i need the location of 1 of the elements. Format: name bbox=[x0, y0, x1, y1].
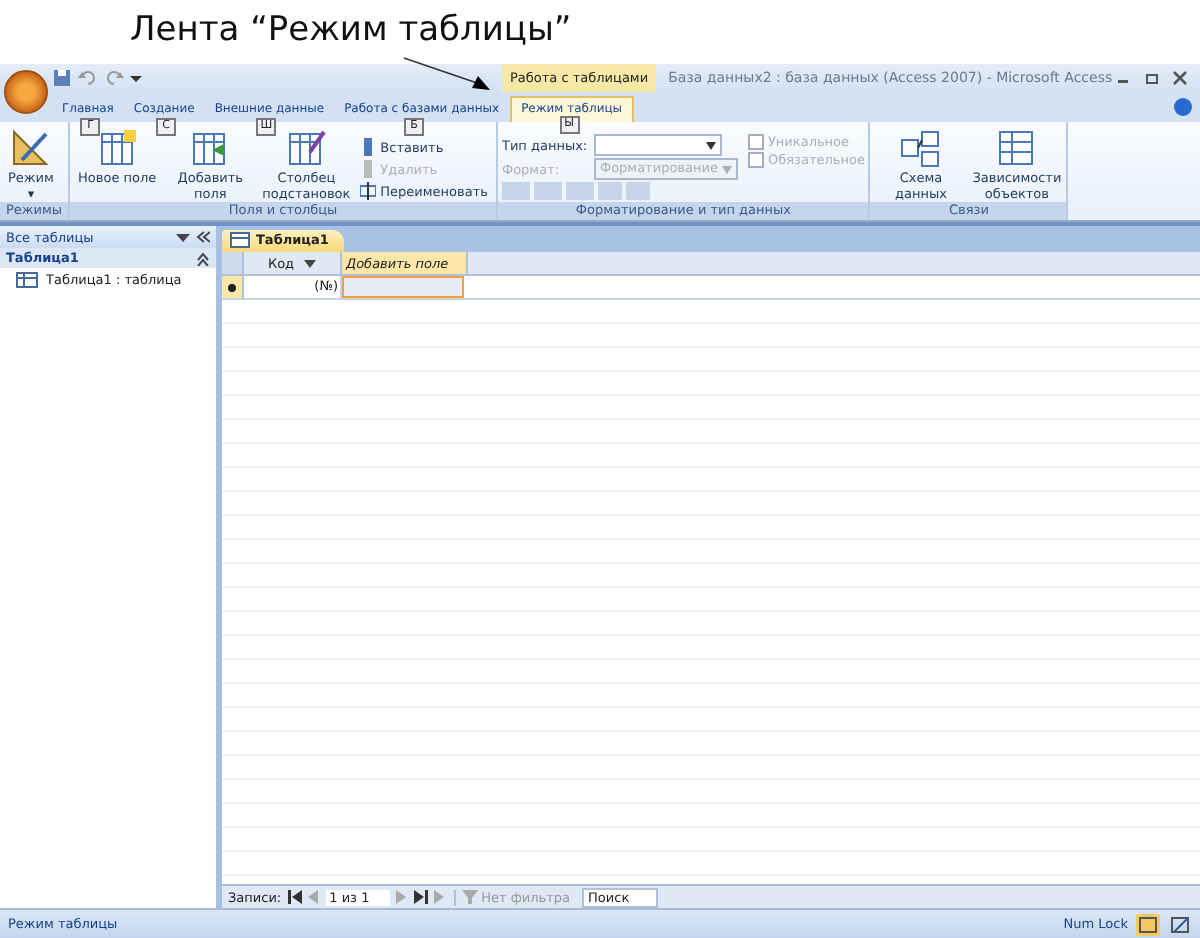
caption-text: Лента “Режим таблицы” bbox=[128, 8, 574, 54]
